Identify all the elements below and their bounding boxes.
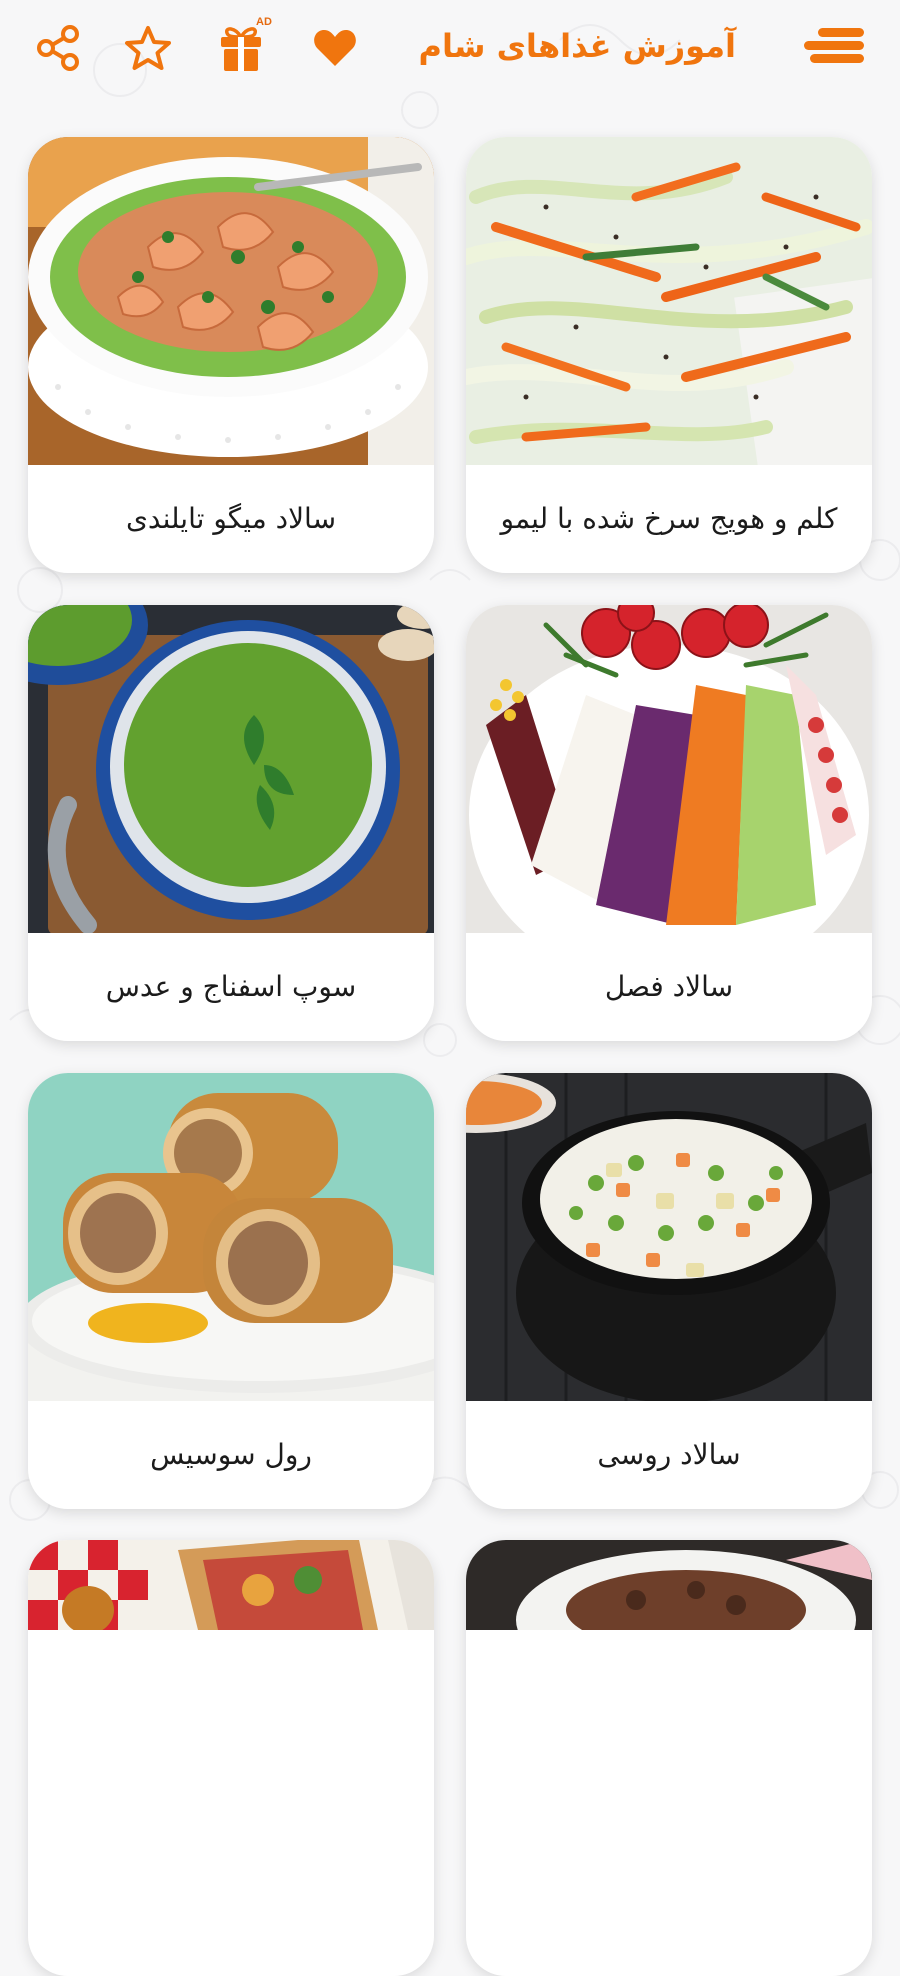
recipe-title: سالاد فصل bbox=[604, 970, 734, 1003]
recipe-card[interactable]: سوپ اسفناج و عدس bbox=[28, 605, 434, 1041]
app-title: آموزش غذاهای شام bbox=[418, 27, 736, 65]
gift-icon[interactable] bbox=[213, 20, 269, 76]
recipe-card[interactable]: سالاد روسی bbox=[466, 1073, 872, 1509]
recipe-title: سالاد روسی bbox=[597, 1438, 741, 1471]
app-bar: آموزش غذاهای شام AD bbox=[0, 0, 900, 96]
menu-icon[interactable] bbox=[798, 18, 870, 74]
sausage-roll-image bbox=[28, 1073, 434, 1401]
recipe-title: سوپ اسفناج و عدس bbox=[105, 970, 357, 1003]
star-icon[interactable] bbox=[120, 20, 176, 76]
recipe-title: کلم و هویج سرخ شده با لیمو bbox=[500, 502, 838, 535]
recipe-card[interactable] bbox=[28, 1540, 434, 1976]
recipe-card[interactable]: رول سوسیس bbox=[28, 1073, 434, 1509]
heart-icon[interactable] bbox=[307, 20, 363, 76]
recipe-title: سالاد میگو تایلندی bbox=[125, 502, 337, 535]
recipe-card[interactable]: کلم و هویج سرخ شده با لیمو bbox=[466, 137, 872, 573]
partial-tart-image bbox=[28, 1540, 434, 1630]
share-icon[interactable] bbox=[30, 20, 86, 76]
partial-meat-dish-image bbox=[466, 1540, 872, 1630]
ad-badge: AD bbox=[256, 16, 272, 28]
spinach-lentil-soup-image bbox=[28, 605, 434, 933]
recipe-title bbox=[28, 1868, 434, 1976]
recipe-card[interactable]: سالاد میگو تایلندی bbox=[28, 137, 434, 573]
thai-shrimp-salad-image bbox=[28, 137, 434, 465]
recipe-title bbox=[466, 1868, 872, 1976]
russian-salad-image bbox=[466, 1073, 872, 1401]
seasonal-salad-image bbox=[466, 605, 872, 933]
recipe-card[interactable]: سالاد فصل bbox=[466, 605, 872, 1041]
recipe-card[interactable] bbox=[466, 1540, 872, 1976]
recipe-grid: کلم و هویج سرخ شده با لیمو سالاد میگو تا… bbox=[0, 0, 900, 1976]
cabbage-carrot-slaw-image bbox=[466, 137, 872, 465]
recipe-title: رول سوسیس bbox=[150, 1438, 312, 1471]
